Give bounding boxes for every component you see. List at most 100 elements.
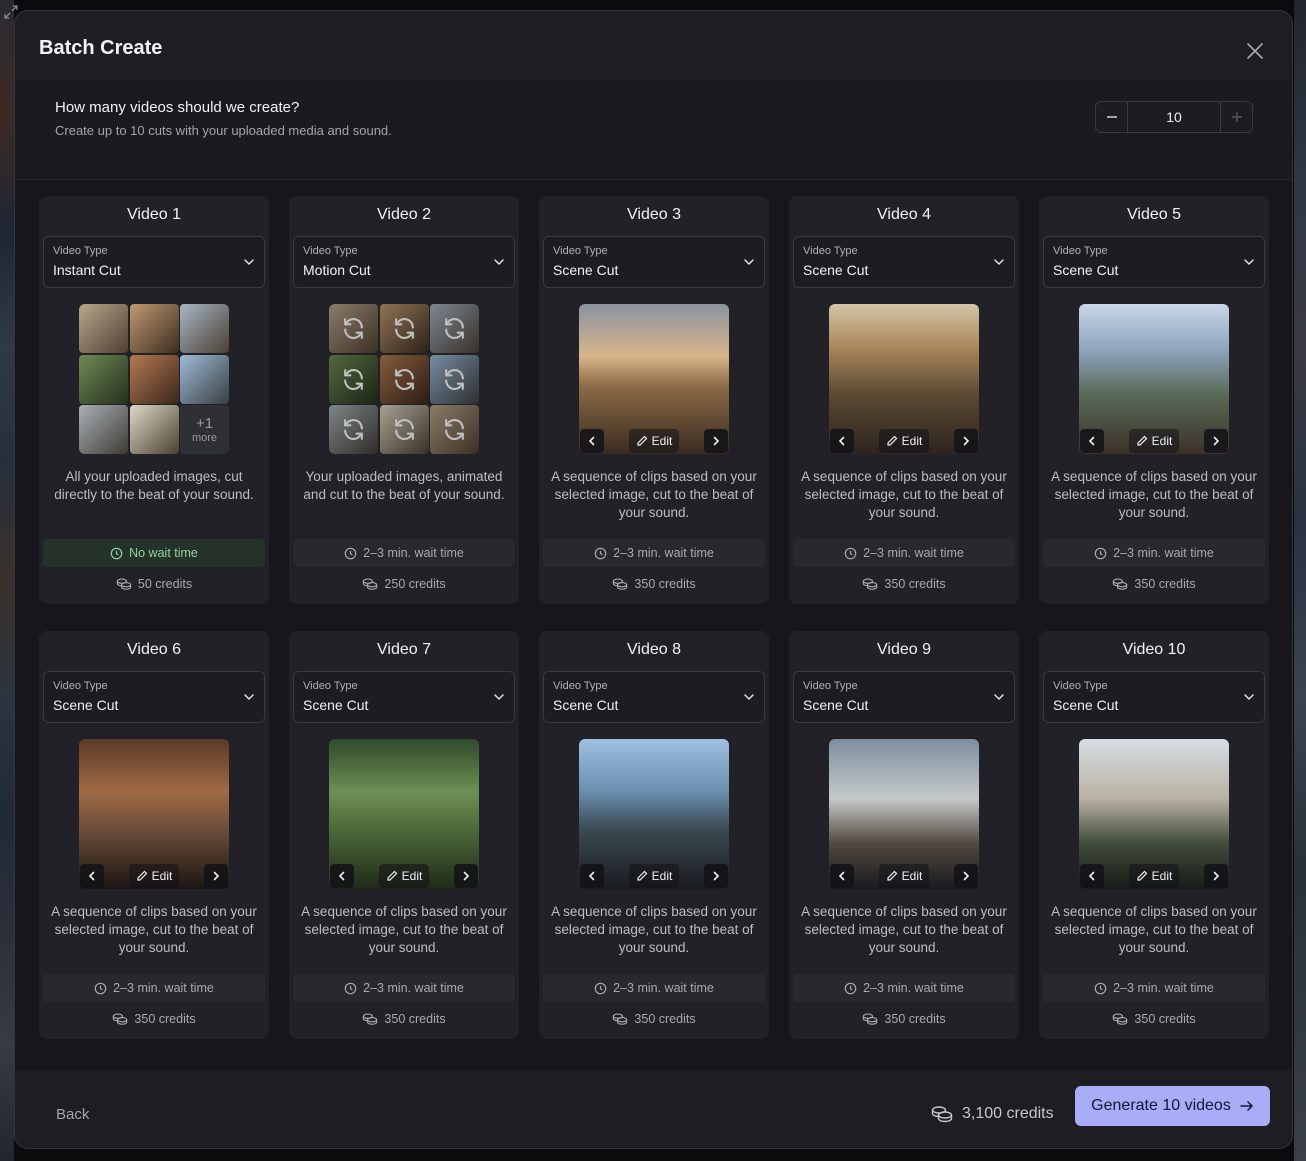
coins-icon: [1113, 578, 1128, 590]
coins-icon: [116, 578, 132, 590]
chevron-down-icon: [994, 694, 1004, 700]
video-card: Video 5 Video Type Scene Cut Edit A sequ…: [1039, 196, 1269, 604]
wait-time-badge: 2–3 min. wait time: [543, 539, 765, 567]
animated-image-tile: [379, 405, 429, 454]
video-card: Video 3 Video Type Scene Cut Edit A sequ…: [539, 196, 769, 604]
previous-image-button[interactable]: [330, 864, 354, 888]
video-type-select[interactable]: Video Type Scene Cut: [793, 671, 1015, 723]
previous-image-button[interactable]: [80, 864, 104, 888]
increment-button[interactable]: [1220, 102, 1252, 132]
video-card: Video 8 Video Type Scene Cut Edit A sequ…: [539, 631, 769, 1039]
video-type-select[interactable]: Video Type Scene Cut: [293, 671, 515, 723]
animated-image-tile: [430, 304, 479, 353]
coins-icon: [863, 578, 878, 590]
coins-icon: [613, 1013, 628, 1025]
video-type-select[interactable]: Video Type Instant Cut: [43, 236, 265, 288]
previous-image-button[interactable]: [1080, 864, 1104, 888]
close-icon[interactable]: [1243, 39, 1267, 63]
chevron-down-icon: [244, 694, 254, 700]
chevron-left-icon: [338, 871, 345, 881]
next-image-button[interactable]: [1204, 864, 1228, 888]
next-image-button[interactable]: [704, 429, 728, 453]
more-images-tile[interactable]: +1 more: [180, 405, 229, 454]
chevron-right-icon: [463, 871, 470, 881]
refresh-icon: [394, 318, 414, 339]
coins-icon: [931, 1106, 953, 1123]
edit-image-button[interactable]: Edit: [879, 429, 929, 453]
previous-image-button[interactable]: [580, 429, 604, 453]
selected-image: Edit: [1079, 739, 1229, 889]
edit-image-button[interactable]: Edit: [1129, 429, 1179, 453]
edit-image-button[interactable]: Edit: [629, 429, 679, 453]
chevron-left-icon: [838, 436, 845, 446]
generate-videos-button[interactable]: Generate 10 videos: [1075, 1086, 1270, 1126]
video-count-input[interactable]: [1128, 102, 1220, 132]
next-image-button[interactable]: [204, 864, 228, 888]
video-type-select[interactable]: Video Type Scene Cut: [1043, 236, 1265, 288]
animated-image-tile: [329, 405, 378, 454]
wait-time-label: 2–3 min. wait time: [113, 981, 214, 995]
card-credits: 350 credits: [539, 577, 769, 591]
video-count-question: How many videos should we create?: [55, 99, 300, 116]
background-gallery-left: [0, 0, 14, 1161]
image-grid: [329, 304, 479, 454]
card-credits: 350 credits: [789, 1012, 1019, 1026]
video-type-select[interactable]: Video Type Scene Cut: [543, 671, 765, 723]
previous-image-button[interactable]: [830, 429, 854, 453]
video-type-select[interactable]: Video Type Scene Cut: [43, 671, 265, 723]
more-count: +1: [195, 414, 214, 432]
wait-time-label: 2–3 min. wait time: [863, 546, 964, 560]
wait-time-badge: 2–3 min. wait time: [293, 539, 515, 567]
video-type-label: Video Type: [553, 245, 608, 257]
refresh-icon: [445, 318, 464, 339]
video-card-title: Video 3: [627, 206, 681, 223]
edit-image-button[interactable]: Edit: [129, 864, 179, 888]
video-count-hint: Create up to 10 cuts with your uploaded …: [55, 123, 392, 138]
video-type-select[interactable]: Video Type Scene Cut: [1043, 671, 1265, 723]
refresh-icon: [445, 419, 464, 440]
decrement-button[interactable]: [1096, 102, 1128, 132]
edit-image-button[interactable]: Edit: [1129, 864, 1179, 888]
next-image-button[interactable]: [454, 864, 478, 888]
generate-label: Generate 10 videos: [1091, 1097, 1231, 1114]
video-type-select[interactable]: Video Type Scene Cut: [543, 236, 765, 288]
video-card-title: Video 4: [877, 206, 931, 223]
edit-image-button[interactable]: Edit: [379, 864, 429, 888]
previous-image-button[interactable]: [1080, 429, 1104, 453]
coins-icon: [863, 1013, 878, 1025]
edit-label: Edit: [651, 869, 673, 883]
video-count-stepper: [1095, 101, 1253, 133]
wait-time-badge: 2–3 min. wait time: [293, 974, 515, 1002]
image-tile: [180, 304, 229, 353]
next-image-button[interactable]: [704, 864, 728, 888]
wait-time-badge: 2–3 min. wait time: [543, 974, 765, 1002]
video-type-description: Your uploaded images, animated and cut t…: [303, 469, 505, 502]
chevron-down-icon: [1244, 694, 1254, 700]
video-type-value: Scene Cut: [303, 697, 369, 713]
card-credits-label: 350 credits: [634, 1012, 696, 1026]
edit-image-button[interactable]: Edit: [629, 864, 679, 888]
edit-image-button[interactable]: Edit: [879, 864, 929, 888]
video-card: Video 1 Video Type Instant Cut +1 more A…: [39, 196, 269, 604]
video-type-select[interactable]: Video Type Motion Cut: [293, 236, 515, 288]
back-button[interactable]: Back: [56, 1106, 89, 1123]
chevron-left-icon: [838, 871, 845, 881]
wait-time-badge: 2–3 min. wait time: [43, 974, 265, 1002]
pencil-icon: [637, 435, 648, 446]
card-credits: 350 credits: [289, 1012, 519, 1026]
dialog-footer: Back 3,100 credits Generate 10 videos: [15, 1070, 1292, 1148]
chevron-right-icon: [713, 436, 720, 446]
refresh-icon: [394, 368, 414, 390]
previous-image-button[interactable]: [580, 864, 604, 888]
video-type-select[interactable]: Video Type Scene Cut: [793, 236, 1015, 288]
video-type-label: Video Type: [803, 245, 858, 257]
next-image-button[interactable]: [1204, 429, 1228, 453]
image-grid: +1 more: [79, 304, 229, 454]
video-type-label: Video Type: [1053, 245, 1108, 257]
next-image-button[interactable]: [954, 429, 978, 453]
chevron-down-icon: [494, 259, 504, 265]
previous-image-button[interactable]: [830, 864, 854, 888]
wait-time-label: 2–3 min. wait time: [363, 546, 464, 560]
next-image-button[interactable]: [954, 864, 978, 888]
refresh-icon: [445, 368, 464, 390]
